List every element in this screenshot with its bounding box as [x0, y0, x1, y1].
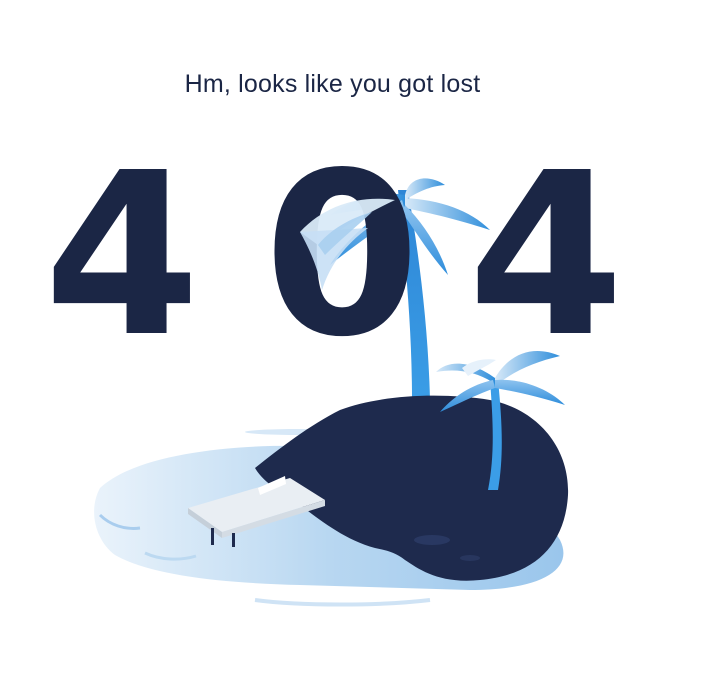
error-code-digit-3: 4: [468, 125, 625, 387]
error-code-digit-1: 4: [44, 125, 201, 387]
lost-island-illustration: 4 0 4: [44, 125, 625, 607]
error-code-digit-2: 0: [264, 125, 421, 387]
